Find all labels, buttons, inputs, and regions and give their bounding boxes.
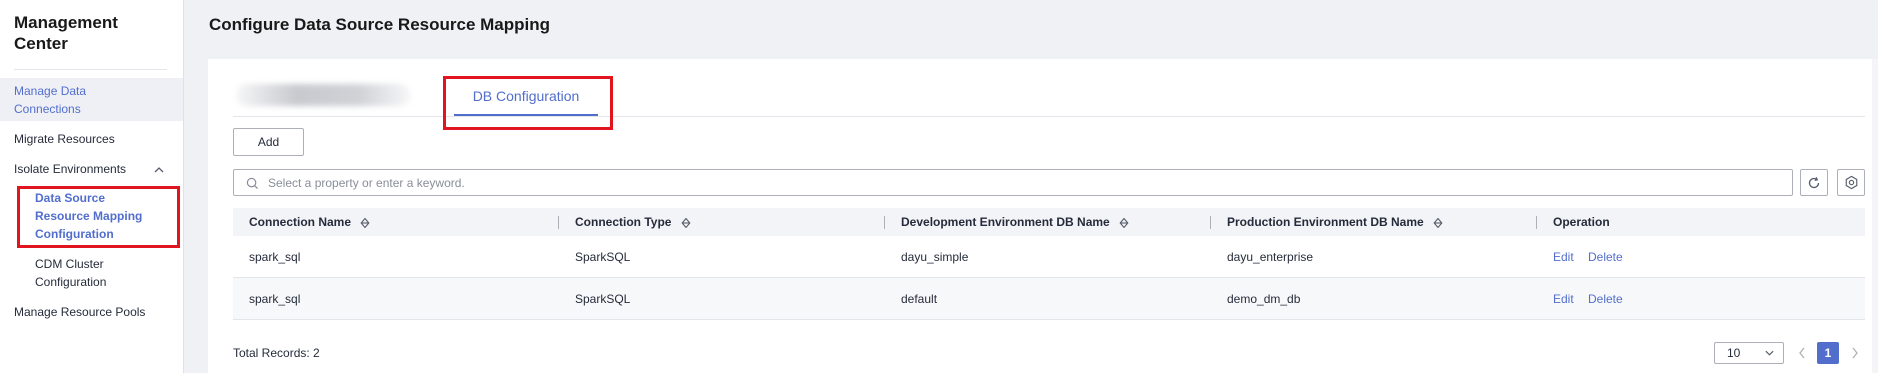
cell-connection-type: SparkSQL bbox=[575, 292, 631, 306]
cell-prod-db-name: dayu_enterprise bbox=[1227, 250, 1314, 264]
cell-prod-db-name: demo_dm_db bbox=[1227, 292, 1301, 306]
sort-icon[interactable] bbox=[360, 217, 370, 228]
scrollbar-track[interactable] bbox=[1872, 59, 1878, 373]
cell-connection-type: SparkSQL bbox=[575, 250, 631, 264]
chevron-down-icon bbox=[1765, 350, 1774, 356]
table-row: spark_sql SparkSQL default demo_dm_db Ed… bbox=[233, 278, 1865, 320]
refresh-button[interactable] bbox=[1800, 169, 1828, 196]
sort-icon[interactable] bbox=[681, 217, 691, 228]
tabs-divider bbox=[233, 116, 1865, 117]
search-icon bbox=[246, 177, 259, 190]
sidebar-item-label: Data Source Resource Mapping Configurati… bbox=[35, 191, 143, 241]
sidebar-item-manage-data-connections[interactable]: Manage Data Connections bbox=[0, 78, 183, 121]
column-divider[interactable] bbox=[558, 216, 559, 229]
table-header: Connection Name Connection Type Developm… bbox=[233, 208, 1865, 236]
sidebar-divider bbox=[14, 69, 167, 70]
sidebar-item-label: Manage Resource Pools bbox=[14, 305, 146, 319]
search-box bbox=[233, 169, 1793, 196]
sort-icon[interactable] bbox=[1119, 217, 1129, 228]
total-records: Total Records: 2 bbox=[233, 346, 320, 360]
edit-link[interactable]: Edit bbox=[1553, 278, 1574, 320]
sidebar-item-cdm-cluster-configuration[interactable]: CDM Cluster Configuration bbox=[0, 255, 183, 291]
settings-button[interactable] bbox=[1837, 169, 1865, 196]
add-button[interactable]: Add bbox=[233, 128, 304, 156]
blurred-tab[interactable] bbox=[236, 84, 411, 106]
sidebar-item-migrate-resources[interactable]: Migrate Resources bbox=[0, 130, 183, 148]
delete-link[interactable]: Delete bbox=[1588, 278, 1623, 320]
sort-icon[interactable] bbox=[1433, 217, 1443, 228]
page-size-select[interactable]: 10 bbox=[1714, 342, 1784, 364]
cell-connection-name: spark_sql bbox=[249, 250, 301, 264]
active-tab-indicator bbox=[454, 114, 598, 116]
chevron-right-icon[interactable] bbox=[1850, 346, 1860, 360]
sidebar-item-data-source-resource-mapping[interactable]: Data Source Resource Mapping Configurati… bbox=[0, 189, 183, 243]
sidebar-item-label: Isolate Environments bbox=[14, 162, 127, 176]
sidebar-title: Management Center bbox=[14, 13, 118, 53]
column-divider[interactable] bbox=[1536, 216, 1537, 229]
chevron-left-icon[interactable] bbox=[1797, 346, 1807, 360]
cell-dev-db-name: default bbox=[901, 292, 938, 306]
cell-connection-name: spark_sql bbox=[249, 292, 301, 306]
column-header-connection-name[interactable]: Connection Name bbox=[249, 208, 370, 236]
column-divider[interactable] bbox=[884, 216, 885, 229]
column-header-prod-db-name[interactable]: Production Environment DB Name bbox=[1227, 208, 1443, 236]
refresh-icon bbox=[1808, 176, 1820, 188]
table-row: spark_sql SparkSQL dayu_simple dayu_ente… bbox=[233, 236, 1865, 278]
cell-dev-db-name: dayu_simple bbox=[901, 250, 969, 264]
tab-db-configuration[interactable]: DB Configuration bbox=[454, 88, 598, 104]
delete-link[interactable]: Delete bbox=[1588, 236, 1623, 278]
column-header-connection-type[interactable]: Connection Type bbox=[575, 208, 691, 236]
settings-icon bbox=[1845, 175, 1857, 190]
page-title: Configure Data Source Resource Mapping bbox=[209, 15, 550, 34]
sidebar-item-label: CDM Cluster Configuration bbox=[35, 257, 107, 289]
chevron-up-icon[interactable] bbox=[153, 164, 165, 176]
edit-link[interactable]: Edit bbox=[1553, 236, 1574, 278]
search-input[interactable] bbox=[268, 173, 1768, 193]
column-divider[interactable] bbox=[1210, 216, 1211, 229]
sidebar-item-label: Manage Data Connections bbox=[14, 84, 87, 116]
page-size-value: 10 bbox=[1727, 346, 1741, 360]
sidebar: Management Center Manage Data Connection… bbox=[0, 0, 184, 373]
column-header-operation: Operation bbox=[1553, 215, 1610, 229]
column-header-dev-db-name[interactable]: Development Environment DB Name bbox=[901, 208, 1129, 236]
page-number-current[interactable]: 1 bbox=[1817, 342, 1839, 364]
sidebar-item-label: Migrate Resources bbox=[14, 132, 115, 146]
sidebar-item-manage-resource-pools[interactable]: Manage Resource Pools bbox=[0, 303, 183, 321]
